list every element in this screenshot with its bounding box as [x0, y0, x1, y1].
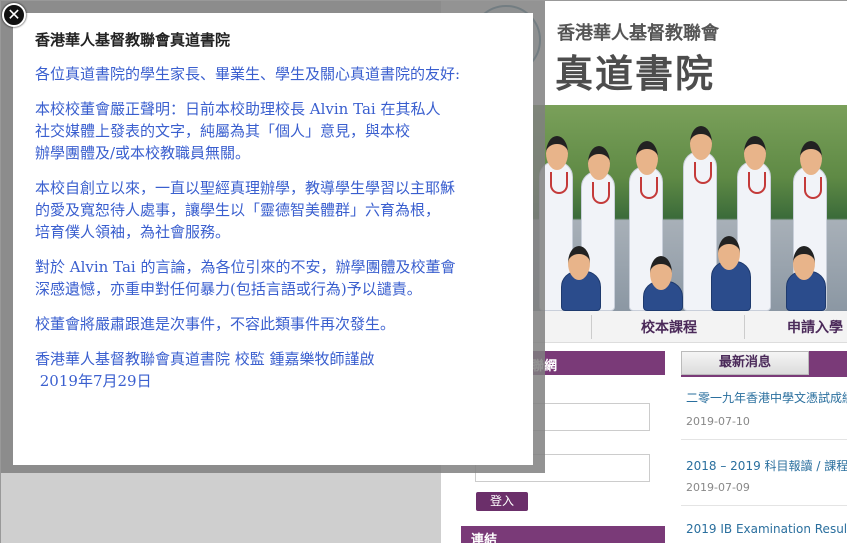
student-figure [561, 246, 601, 311]
announcement-line: 辦學團體及/或本校教職員無關。 [35, 144, 251, 162]
announcement-modal: 香港華人基督教聯會真道書院 各位真道書院的學生家長、畢業生、學生及關心真道書院的… [13, 13, 533, 465]
school-name-small: 香港華人基督教聯會 [557, 23, 719, 44]
tab-latest-news[interactable]: 最新消息 [681, 351, 809, 375]
links-heading: 連結 [461, 526, 665, 543]
nav-item-admission[interactable]: 申請入學 [787, 317, 843, 337]
news-item-date: 2019-07-10 [686, 415, 750, 428]
announcement-paragraph: 校董會將嚴肅跟進是次事件，不容此類事件再次發生。 [35, 313, 515, 335]
announcement-paragraph: 各位真道書院的學生家長、畢業生、學生及關心真道書院的友好: [35, 63, 515, 85]
announcement-signature: 香港華人基督教聯會真道書院 校監 鍾嘉樂牧師謹啟 2019年7月29日 [35, 348, 515, 392]
student-figure [643, 256, 683, 311]
news-divider [681, 505, 847, 506]
announcement-line: 各位真道書院的學生家長、畢業生、學生及關心真道書院的友好: [35, 65, 461, 83]
school-name-large: 真道書院 [555, 52, 716, 96]
announcement-paragraph: 對於 Alvin Tai 的言論，為各位引來的不安，辦學團體及校董會 深感遺憾，… [35, 256, 515, 300]
login-button[interactable]: 登入 [476, 492, 528, 511]
announcement-paragraph: 本校自創立以來，一直以聖經真理辦學，教導學生學習以主耶穌 的愛及寬恕待人處事，讓… [35, 177, 515, 243]
news-item-title[interactable]: 2018 – 2019 科目報讀 / 課程報 [686, 457, 847, 474]
news-tab-underline [681, 375, 847, 377]
announcement-line: 社交媒體上發表的文字，純屬為其「個人」意見，與本校 [35, 122, 411, 140]
news-divider [681, 439, 847, 440]
announcement-line: 深感遺憾，亦重申對任何暴力(包括言語或行為)予以譴責。 [35, 280, 422, 298]
tab-secondary[interactable] [809, 351, 847, 375]
announcement-paragraph: 本校校董會嚴正聲明：日前本校助理校長 Alvin Tai 在其私人 社交媒體上發… [35, 98, 515, 164]
announcement-line: 校董會將嚴肅跟進是次事件，不容此類事件再次發生。 [35, 315, 396, 333]
signature-line: 香港華人基督教聯會真道書院 校監 鍾嘉樂牧師謹啟 [35, 350, 375, 368]
announcement-line: 本校自創立以來，一直以聖經真理辦學，教導學生學習以主耶穌 [35, 179, 456, 197]
nav-divider [591, 315, 592, 339]
announcement-body: 香港華人基督教聯會真道書院 各位真道書院的學生家長、畢業生、學生及關心真道書院的… [13, 13, 533, 392]
announcement-line: 對於 Alvin Tai 的言論，為各位引來的不安，辦學團體及校董會 [35, 258, 456, 276]
nav-divider [744, 315, 745, 339]
student-figure [711, 236, 751, 311]
news-item-title[interactable]: 2019 IB Examination Results [686, 522, 847, 536]
modal-overlay: 香港華人基督教聯會真道書院 各位真道書院的學生家長、畢業生、學生及關心真道書院的… [1, 1, 545, 473]
news-item-date: 2019-07-09 [686, 481, 750, 494]
announcement-title: 香港華人基督教聯會真道書院 [35, 31, 231, 49]
student-figure [786, 246, 826, 311]
nav-item-curriculum[interactable]: 校本課程 [641, 317, 697, 337]
hero-photo [531, 105, 847, 311]
announcement-line: 培育僕人領袖，為社會服務。 [35, 223, 231, 241]
announcement-line: 本校校董會嚴正聲明：日前本校助理校長 Alvin Tai 在其私人 [35, 100, 441, 118]
signature-date: 2019年7月29日 [35, 372, 152, 390]
close-icon[interactable]: ✕ [2, 3, 26, 27]
announcement-line: 的愛及寬恕待人處事，讓學生以「靈德智美體群」六育為根， [35, 201, 441, 219]
news-item-title[interactable]: 二零一九年香港中學文憑試成績 [686, 389, 847, 406]
